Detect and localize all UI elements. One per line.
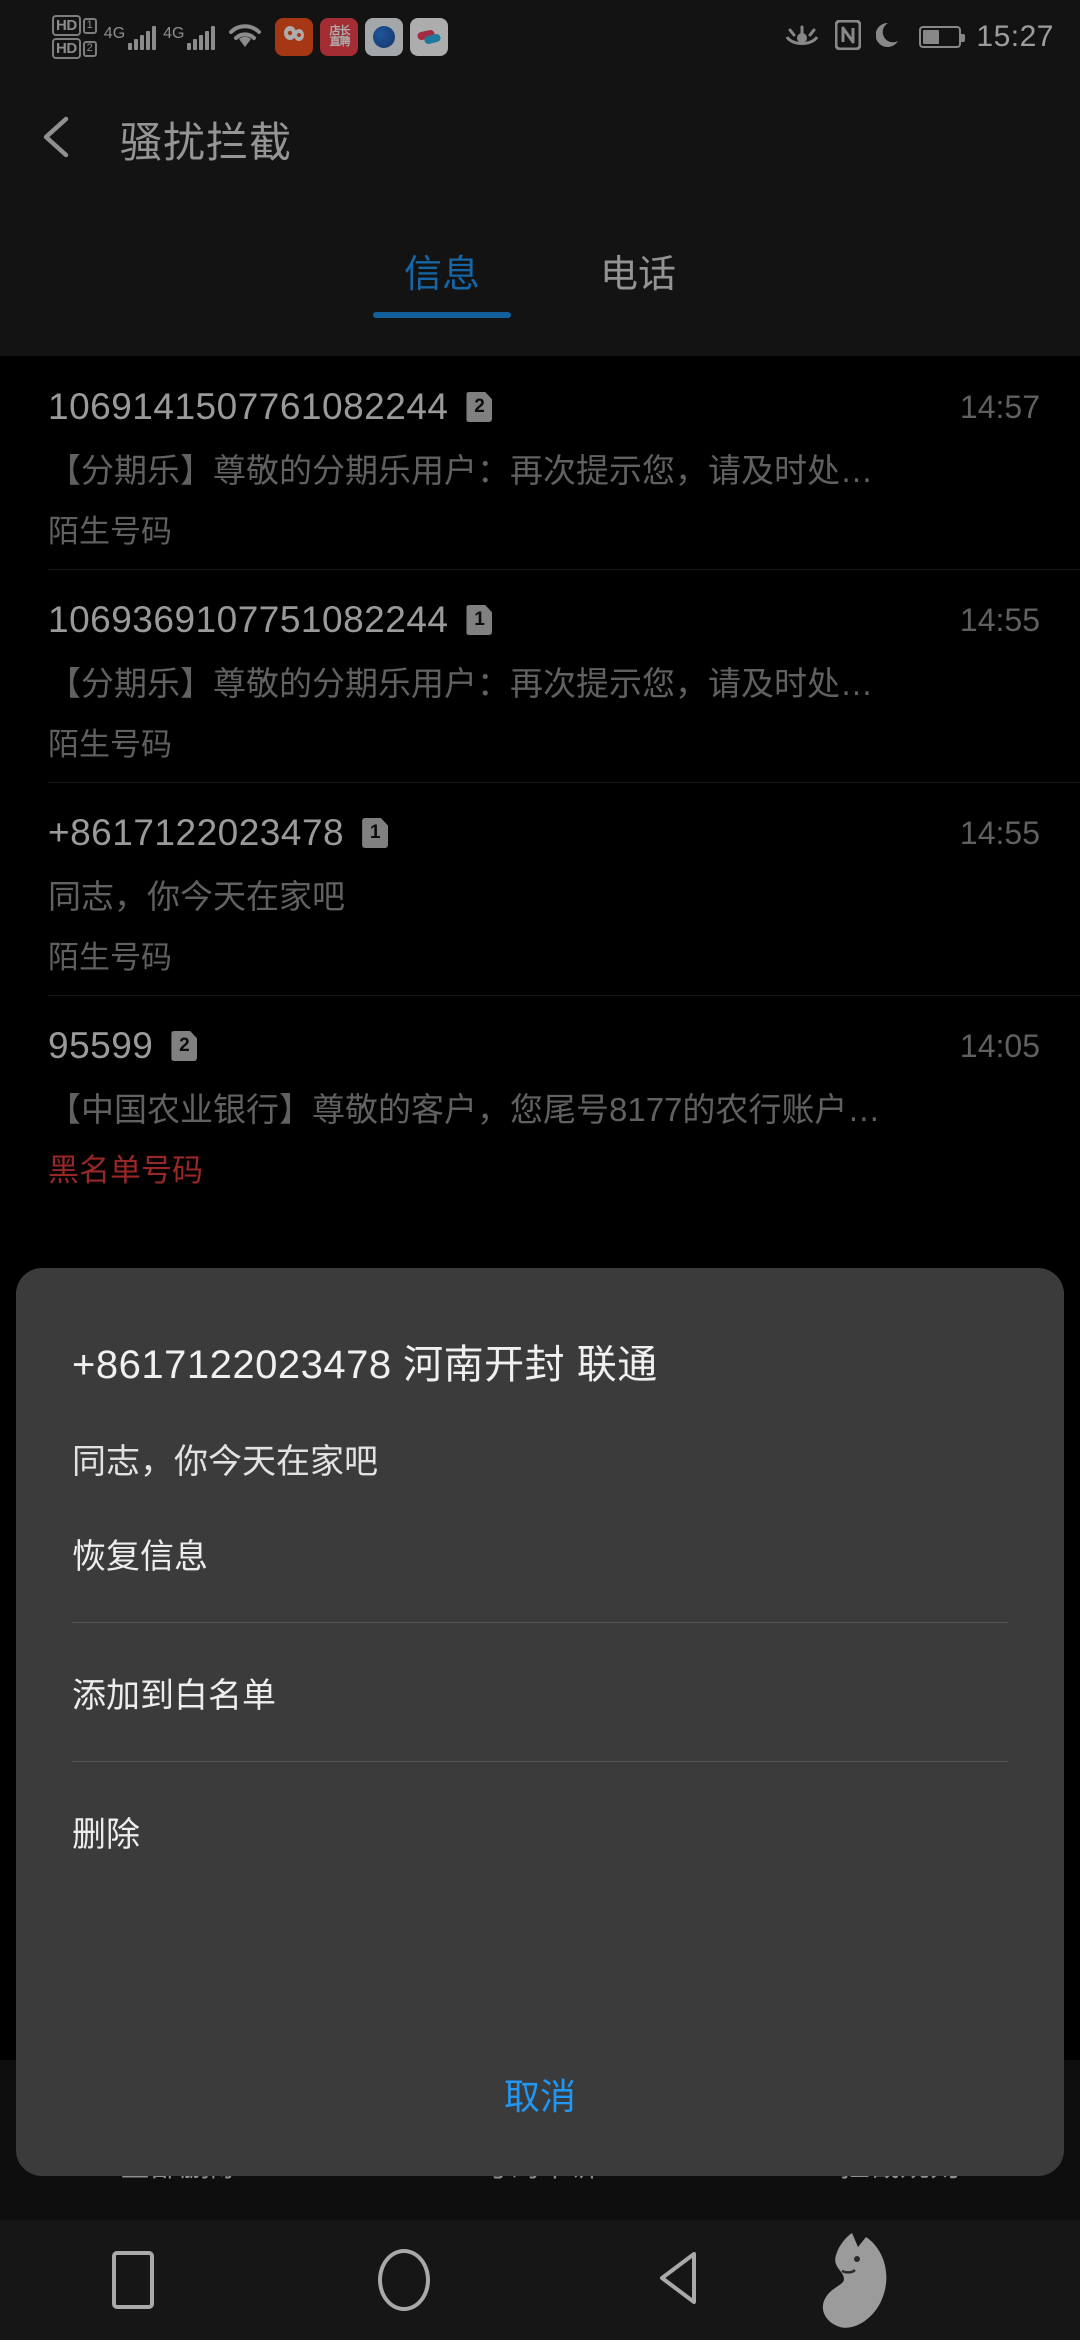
sheet-title: +8617122023478 河南开封 联通 (72, 1343, 658, 1387)
home-circle-icon[interactable] (378, 2249, 430, 2311)
sheet-item-add-whitelist[interactable]: 添加到白名单 (58, 1622, 1022, 1761)
sheet-item-delete[interactable]: 删除 (58, 1761, 1022, 1900)
phone-screen: HD 1 HD 2 4G 4G 店长 直聘 15:27 骚扰拦截 信息 电话 1… (0, 0, 1080, 2340)
back-triangle-icon[interactable] (654, 2248, 704, 2313)
sheet-item-restore[interactable]: 恢复信息 (58, 1483, 1022, 1622)
recents-square-icon[interactable] (112, 2251, 154, 2309)
sheet-cancel-button[interactable]: 取消 (58, 2038, 1022, 2176)
system-navigation-bar (0, 2220, 1080, 2340)
sheet-subtitle: 同志，你今天在家吧 (72, 1443, 378, 1481)
context-menu-sheet: +8617122023478 河南开封 联通 同志，你今天在家吧 恢复信息 添加… (16, 1268, 1064, 2176)
